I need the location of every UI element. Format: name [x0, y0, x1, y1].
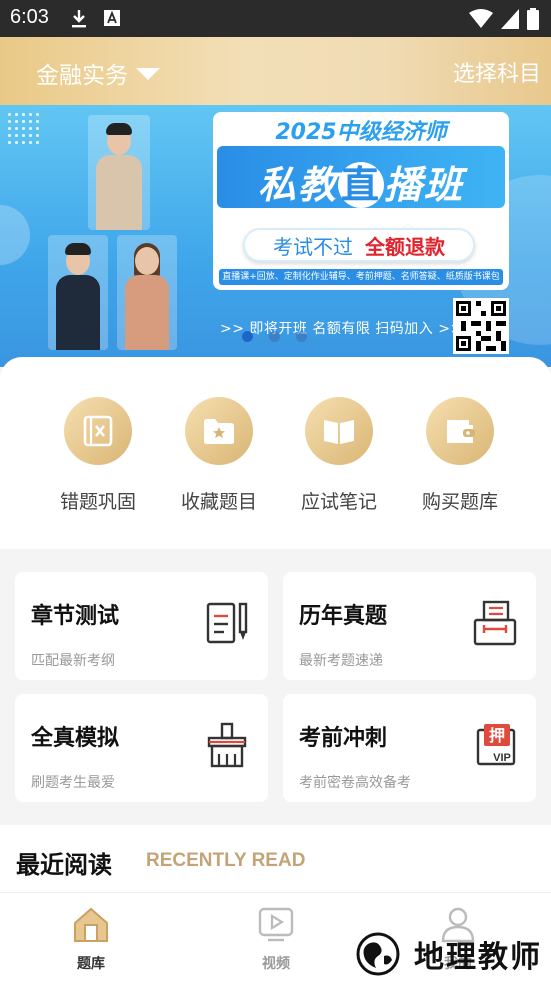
choose-subject-button[interactable]: 选择科目 [453, 56, 541, 88]
shortcut-favorites[interactable]: 收藏题目 [159, 397, 279, 514]
course-suffix: 播班 [384, 163, 465, 207]
wallet-icon [426, 397, 494, 465]
watermark: 地理教师 [350, 928, 550, 980]
vip-label: VIP [493, 752, 511, 764]
nav-label: 视频 [262, 956, 290, 972]
promo-banner[interactable]: 2025中级经济师 私教直播班 考试不过 全额退款 直播课+回放、定制化作业辅导… [0, 105, 551, 367]
teacher-photo [88, 115, 150, 230]
course-circle: 直 [338, 162, 384, 208]
caret-down-icon [136, 68, 160, 80]
recent-title-en: RECENTLY READ [146, 850, 306, 871]
promo-headline: 2025中级经济师 [275, 120, 447, 145]
banner-pager [242, 331, 307, 342]
signal-icon [501, 9, 519, 29]
download-icon [72, 10, 86, 28]
status-bar: 6:03 [0, 0, 551, 37]
battery-icon [527, 8, 539, 30]
card-title: 全真模拟 [31, 726, 120, 751]
shortcut-wrong-questions[interactable]: 错题巩固 [38, 397, 158, 514]
recent-title: 最近阅读 [16, 851, 112, 879]
keyboard-a-icon [104, 10, 120, 26]
mock-exam-icon [207, 722, 247, 768]
vip-sprint-icon: 押 VIP [476, 724, 516, 766]
course-prefix: 私教 [257, 163, 338, 207]
wrong-book-icon [64, 397, 132, 465]
subject-label: 金融实务 [36, 63, 128, 89]
pager-dot[interactable] [242, 331, 253, 342]
dots-decoration [6, 111, 42, 147]
favorite-folder-icon [185, 397, 253, 465]
recent-section-header: 最近阅读 RECENTLY READ [0, 825, 551, 893]
card-mock-exam[interactable]: 全真模拟 刷题考生最爱 [15, 694, 268, 802]
card-title: 考前冲刺 [299, 726, 388, 751]
pager-dot[interactable] [296, 331, 307, 342]
question-bank-icon [74, 907, 108, 942]
card-subtitle: 刷题考生最爱 [31, 775, 115, 791]
shortcut-exam-notes[interactable]: 应试笔记 [279, 397, 399, 514]
shortcut-label: 应试笔记 [300, 491, 377, 513]
teacher-photo [117, 235, 177, 350]
card-title: 历年真题 [299, 604, 388, 629]
card-past-exams[interactable]: 历年真题 最新考题速递 [283, 572, 536, 680]
qr-code [453, 298, 509, 354]
teacher-photo [48, 235, 108, 350]
promo-features: 直播课+回放、定制化作业辅导、考前押题、名师答疑、纸质版书课包 [219, 269, 503, 285]
promo-guarantee: 考试不过 全额退款 [243, 228, 475, 262]
card-subtitle: 匹配最新考纲 [31, 653, 115, 669]
shortcut-panel: 错题巩固 收藏题目 应试笔记 购买题库 [0, 357, 551, 549]
nav-label: 题库 [77, 956, 105, 972]
banner-decoration [0, 205, 30, 265]
shortcut-label: 购买题库 [421, 491, 498, 513]
shortcut-buy-bank[interactable]: 购买题库 [400, 397, 520, 514]
watermark-text: 地理教师 [414, 940, 542, 975]
subject-selector[interactable]: 金融实务 [36, 56, 160, 90]
top-header: 金融实务 选择科目 [0, 37, 551, 105]
card-title: 章节测试 [31, 604, 120, 629]
promo-card: 2025中级经济师 私教直播班 考试不过 全额退款 直播课+回放、定制化作业辅导… [213, 112, 509, 290]
card-subtitle: 最新考题速递 [299, 653, 383, 669]
pager-dot[interactable] [269, 331, 280, 342]
card-subtitle: 考前密卷高效备考 [299, 775, 411, 791]
nav-question-bank[interactable]: 题库 [46, 905, 136, 973]
notebook-icon [305, 397, 373, 465]
past-exam-icon [473, 600, 517, 646]
shortcut-label: 错题巩固 [59, 491, 136, 513]
status-time: 6:03 [10, 6, 49, 28]
promo-course-title: 私教直播班 [217, 154, 505, 209]
video-icon [258, 907, 294, 942]
nav-video[interactable]: 视频 [231, 905, 321, 973]
card-chapter-test[interactable]: 章节测试 匹配最新考纲 [15, 572, 268, 680]
card-final-sprint[interactable]: 考前冲刺 考前密卷高效备考 押 VIP [283, 694, 536, 802]
shortcut-label: 收藏题目 [180, 491, 257, 513]
refund-text: 全额退款 [365, 234, 445, 259]
guarantee-text: 考试不过 [273, 234, 353, 259]
promo-course-block: 私教直播班 [217, 146, 505, 208]
wifi-icon [469, 9, 493, 28]
vip-badge-text: 押 [489, 726, 505, 745]
globe-logo-icon [356, 932, 400, 976]
chapter-test-icon [206, 602, 248, 644]
